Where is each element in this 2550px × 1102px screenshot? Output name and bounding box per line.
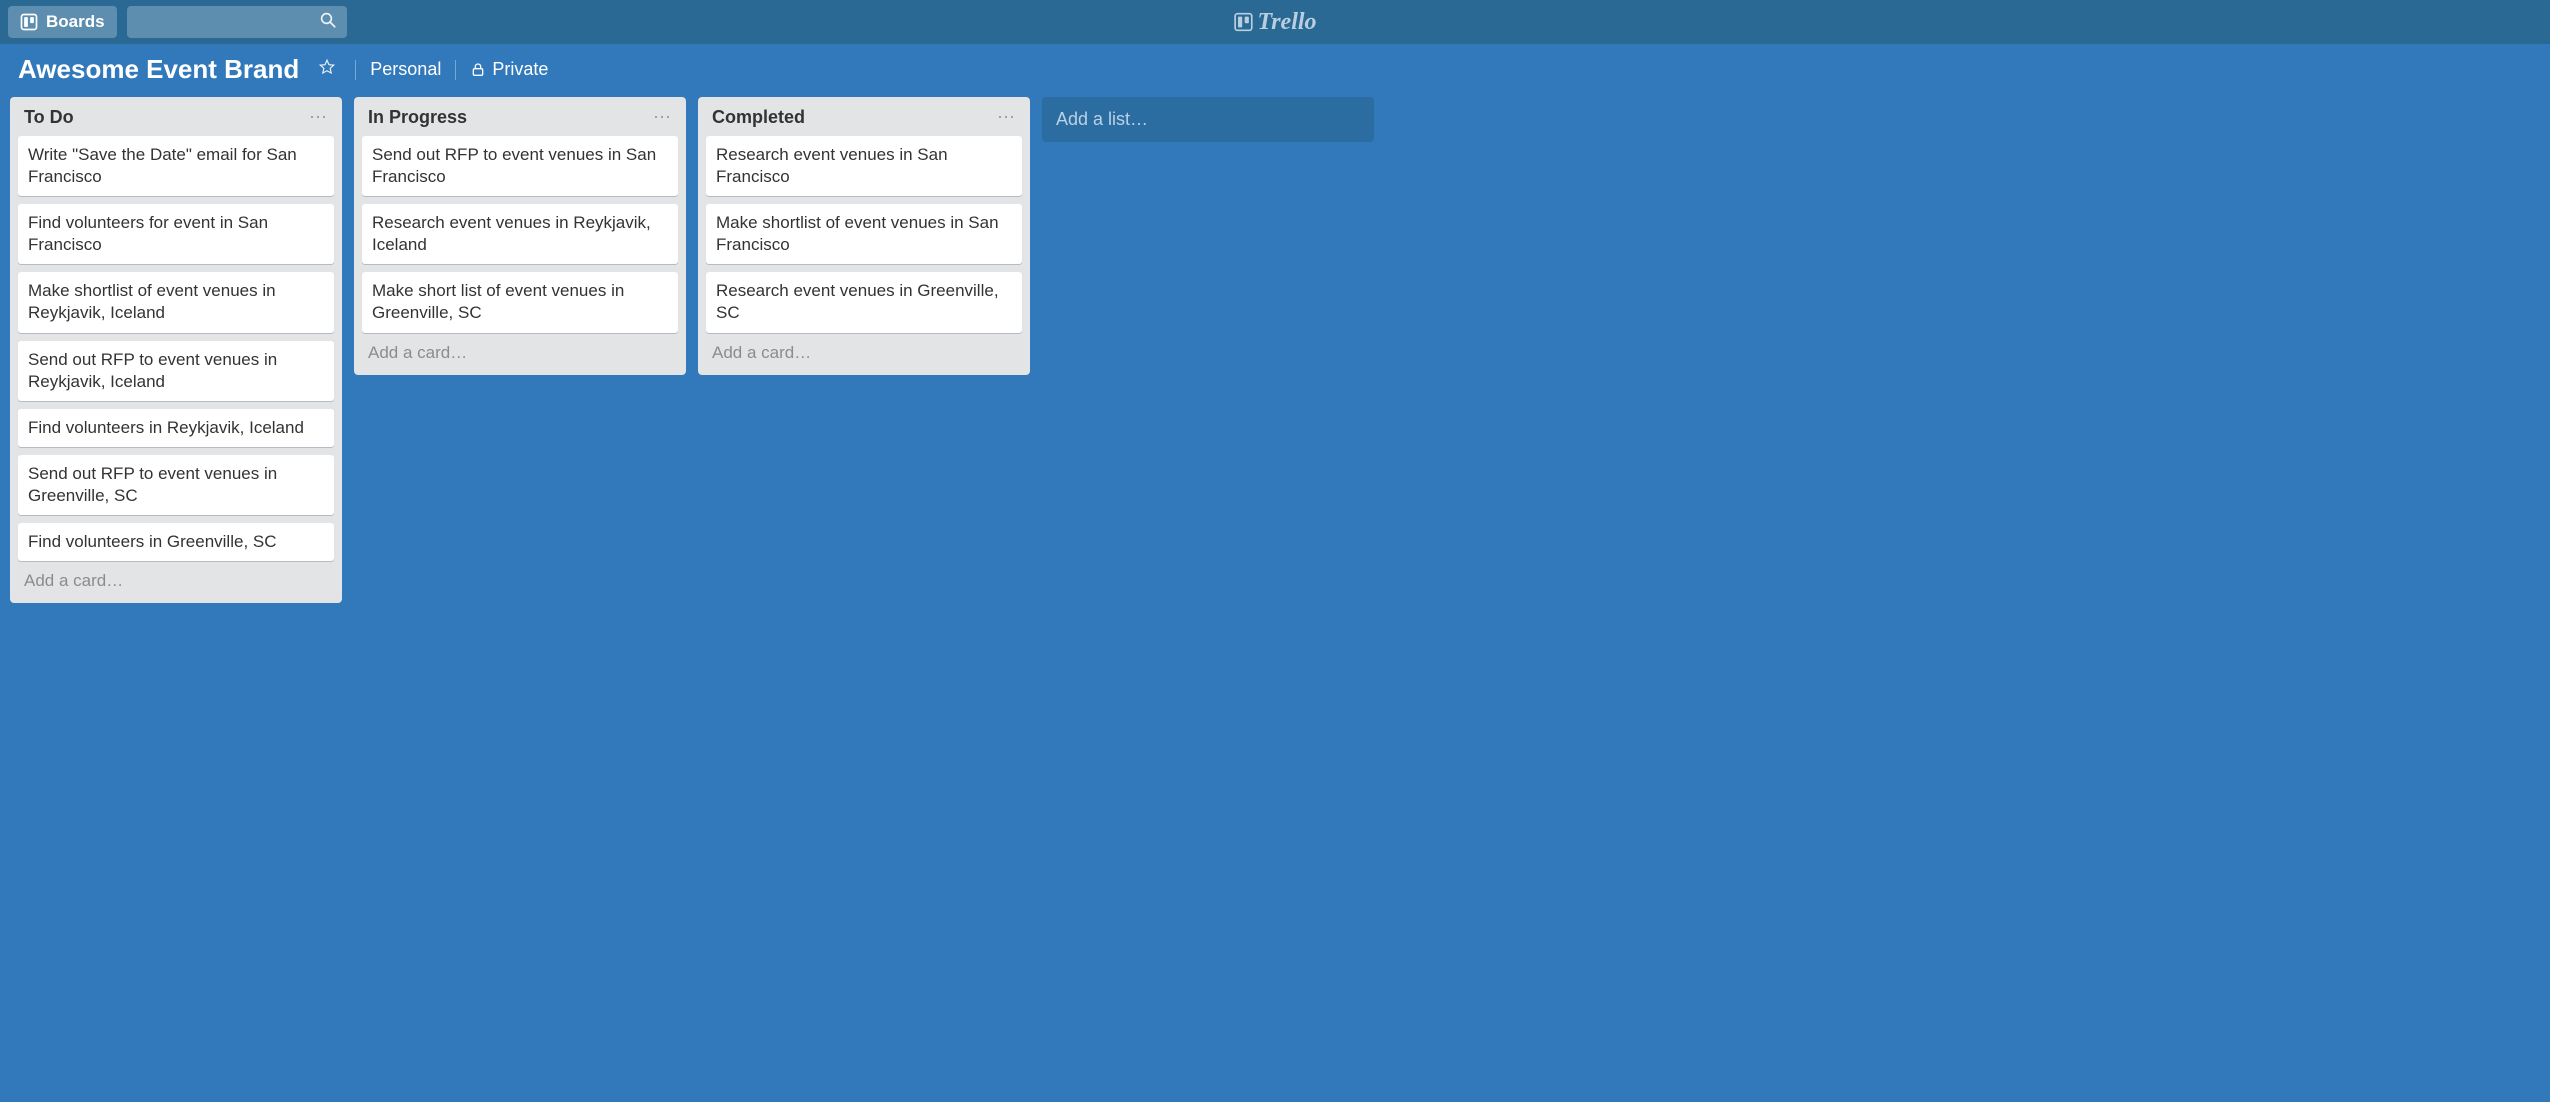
card[interactable]: Send out RFP to event venues in Reykjavi…: [18, 341, 334, 401]
boards-label: Boards: [46, 12, 105, 32]
list-menu-button[interactable]: ⋯: [997, 113, 1016, 122]
board-header: Awesome Event Brand Personal Private: [0, 44, 2550, 91]
add-card-button[interactable]: Add a card…: [706, 333, 1022, 363]
board-canvas: To Do ⋯ Write "Save the Date" email for Sa…: [0, 91, 2550, 1097]
list: To Do ⋯ Write "Save the Date" email for Sa…: [10, 97, 342, 603]
card-list: Send out RFP to event venues in San Fran…: [362, 136, 678, 333]
card[interactable]: Make shortlist of event venues in Reykja…: [18, 272, 334, 332]
card[interactable]: Find volunteers in Greenville, SC: [18, 523, 334, 561]
lock-icon: [470, 62, 486, 78]
list-title[interactable]: Completed: [712, 107, 805, 128]
star-button[interactable]: [313, 56, 341, 84]
board-title[interactable]: Awesome Event Brand: [18, 54, 299, 85]
search-icon: [319, 11, 337, 34]
trello-logo[interactable]: Trello: [1233, 9, 1316, 36]
list-header: To Do ⋯: [18, 107, 334, 136]
top-bar: Boards Trello: [0, 0, 2550, 44]
trello-logo-text: Trello: [1257, 9, 1316, 36]
boards-button[interactable]: Boards: [8, 6, 117, 38]
list-menu-button[interactable]: ⋯: [653, 113, 672, 122]
card[interactable]: Send out RFP to event venues in Greenvil…: [18, 455, 334, 515]
card[interactable]: Find volunteers in Reykjavik, Iceland: [18, 409, 334, 447]
card[interactable]: Make shortlist of event venues in San Fr…: [706, 204, 1022, 264]
card[interactable]: Research event venues in Reykjavik, Icel…: [362, 204, 678, 264]
list: Completed ⋯ Research event venues in San F…: [698, 97, 1030, 375]
add-card-button[interactable]: Add a card…: [18, 561, 334, 591]
personal-link[interactable]: Personal: [370, 59, 441, 80]
search-input[interactable]: [127, 6, 347, 38]
card-list: Write "Save the Date" email for San Fran…: [18, 136, 334, 561]
divider: [455, 60, 456, 80]
star-icon: [318, 58, 336, 81]
divider: [355, 60, 356, 80]
list-title[interactable]: In Progress: [368, 107, 467, 128]
card[interactable]: Find volunteers for event in San Francis…: [18, 204, 334, 264]
card-list: Research event venues in San Francisco Ma…: [706, 136, 1022, 333]
visibility-button[interactable]: Private: [470, 59, 548, 80]
list-menu-button[interactable]: ⋯: [309, 113, 328, 122]
trello-logo-icon: [1233, 12, 1253, 32]
card[interactable]: Make short list of event venues in Green…: [362, 272, 678, 332]
list: In Progress ⋯ Send out RFP to event venues…: [354, 97, 686, 375]
card[interactable]: Research event venues in San Francisco: [706, 136, 1022, 196]
add-card-button[interactable]: Add a card…: [362, 333, 678, 363]
card[interactable]: Write "Save the Date" email for San Fran…: [18, 136, 334, 196]
card[interactable]: Research event venues in Greenville, SC: [706, 272, 1022, 332]
boards-icon: [20, 13, 38, 31]
list-header: In Progress ⋯: [362, 107, 678, 136]
list-title[interactable]: To Do: [24, 107, 74, 128]
list-header: Completed ⋯: [706, 107, 1022, 136]
visibility-label: Private: [492, 59, 548, 80]
personal-label: Personal: [370, 59, 441, 80]
add-list-button[interactable]: Add a list…: [1042, 97, 1374, 142]
card[interactable]: Send out RFP to event venues in San Fran…: [362, 136, 678, 196]
